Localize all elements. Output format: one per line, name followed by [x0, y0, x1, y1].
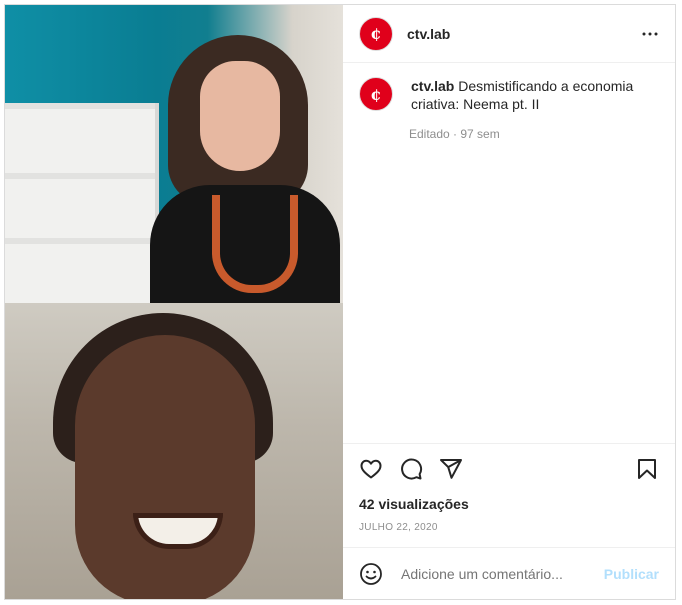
share-icon[interactable] [439, 457, 463, 481]
action-bar [359, 444, 659, 494]
comment-input[interactable] [399, 564, 604, 583]
actions-section: 42 visualizações JULHO 22, 2020 [343, 443, 675, 547]
publish-button[interactable]: Publicar [604, 566, 659, 582]
caption-section: ¢ ctv.lab Desmistificando a economia cri… [343, 63, 675, 443]
more-horizontal-icon[interactable] [641, 25, 659, 43]
post-date[interactable]: JULHO 22, 2020 [359, 522, 659, 533]
participant-bottom [45, 313, 285, 599]
smiley-icon[interactable] [359, 562, 383, 586]
video-feed-bottom [5, 303, 343, 599]
video-feed-top [5, 5, 343, 303]
participant-top [150, 35, 340, 303]
comment-icon[interactable] [399, 457, 423, 481]
post-card: ¢ ctv.lab ¢ ctv.lab Desmistificando a ec… [4, 4, 676, 600]
header-username[interactable]: ctv.lab [407, 26, 641, 42]
caption: ¢ ctv.lab Desmistificando a economia cri… [359, 77, 659, 113]
view-count[interactable]: 42 visualizações [359, 496, 659, 512]
bookmark-icon[interactable] [635, 457, 659, 481]
post-header: ¢ ctv.lab [343, 5, 675, 63]
post-media[interactable] [5, 5, 343, 599]
caption-avatar[interactable]: ¢ [359, 77, 393, 111]
avatar[interactable]: ¢ [359, 16, 393, 51]
heart-icon[interactable] [359, 457, 383, 481]
shelf-background [5, 103, 159, 303]
caption-username[interactable]: ctv.lab [411, 78, 454, 94]
post-sidebar: ¢ ctv.lab ¢ ctv.lab Desmistificando a ec… [343, 5, 675, 599]
comment-bar: Publicar [343, 547, 675, 599]
caption-meta: Editado · 97 sem [409, 127, 500, 141]
caption-text: ctv.lab Desmistificando a economia criat… [411, 77, 659, 113]
